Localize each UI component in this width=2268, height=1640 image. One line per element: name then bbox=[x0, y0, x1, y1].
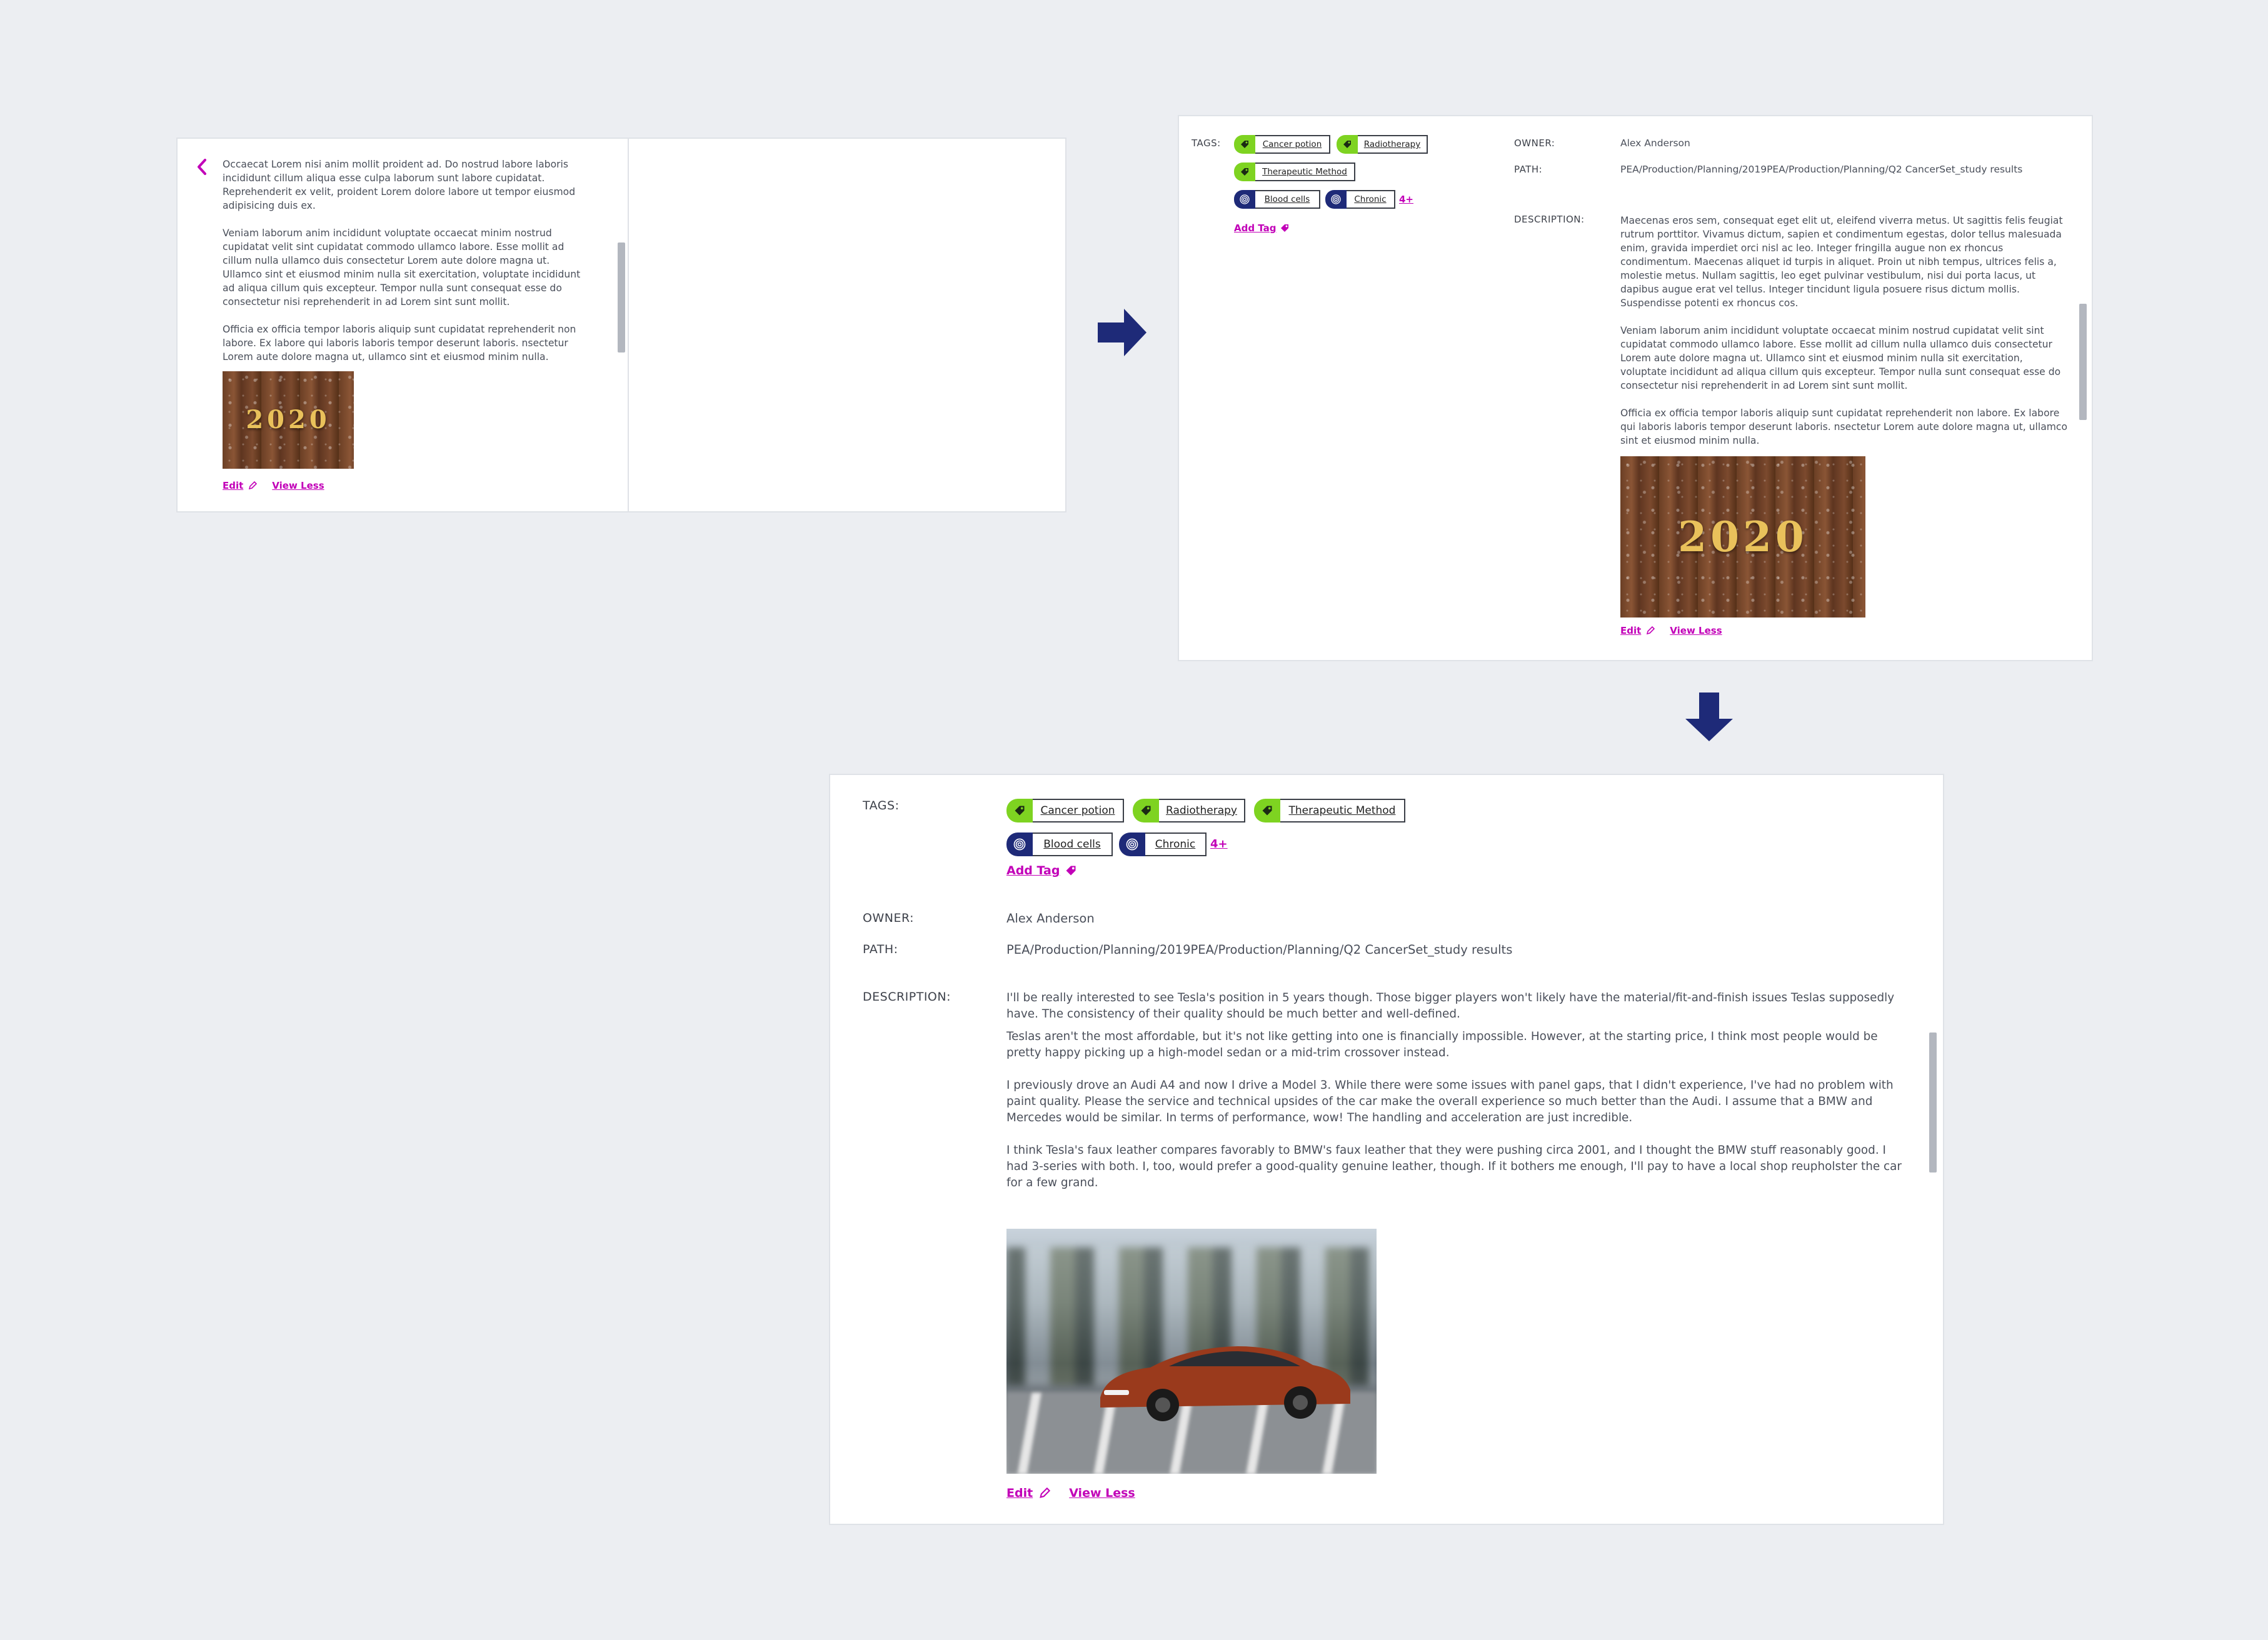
step1-view-less-link[interactable]: View Less bbox=[272, 480, 324, 491]
step3-paragraph-4: I think Tesla's faux leather compares fa… bbox=[1006, 1144, 1902, 1189]
step3-tag-name: Therapeutic Method bbox=[1280, 799, 1405, 822]
step3-path-label: PATH: bbox=[863, 942, 898, 956]
step3-path-value: PEA/Production/Planning/2019PEA/Producti… bbox=[1006, 942, 1513, 957]
step3-owner-label: OWNER: bbox=[863, 911, 914, 925]
tag-label-icon bbox=[1133, 799, 1159, 822]
step1-image-2020: 2020 bbox=[223, 371, 354, 469]
step2-description-label: DESCRIPTION: bbox=[1514, 214, 1585, 225]
step2-actions: Edit View Less bbox=[1620, 625, 1722, 636]
step2-more-tags-link[interactable]: 4+ bbox=[1399, 194, 1413, 205]
step2-tag-name: Therapeutic Method bbox=[1255, 162, 1355, 181]
step1-actions: Edit View Less bbox=[223, 480, 324, 491]
step2-path-value: PEA/Production/Planning/2019PEA/Producti… bbox=[1620, 164, 2023, 175]
step3-view-less-link[interactable]: View Less bbox=[1069, 1486, 1135, 1500]
step3-owner-value: Alex Anderson bbox=[1006, 911, 1095, 926]
step3-tag-blood-cells[interactable]: Blood cells bbox=[1006, 832, 1113, 856]
step3-tag-radiotherapy[interactable]: Radiotherapy bbox=[1133, 799, 1245, 822]
arrow-right-icon bbox=[1098, 309, 1147, 356]
fingerprint-icon bbox=[1234, 190, 1255, 209]
step2-tag-blood-cells[interactable]: Blood cells bbox=[1234, 190, 1320, 209]
step1-paragraph-1: Occaecat Lorem nisi anim mollit proident… bbox=[223, 159, 576, 211]
step1-description: Occaecat Lorem nisi anim mollit proident… bbox=[223, 158, 591, 364]
step2-panel: TAGS: Cancer potion Radiotherapy Therape… bbox=[1178, 115, 2093, 661]
step2-view-less-link[interactable]: View Less bbox=[1670, 625, 1722, 636]
tag-label-icon bbox=[1234, 162, 1255, 181]
step2-tag-radiotherapy[interactable]: Radiotherapy bbox=[1337, 135, 1428, 154]
step2-description: Maecenas eros sem, consequat eget elit u… bbox=[1620, 214, 2068, 448]
tag-label-icon bbox=[1234, 135, 1255, 154]
tag-label-icon bbox=[1006, 799, 1033, 822]
step2-image-text: 2020 bbox=[1678, 512, 1808, 561]
step1-edit-link[interactable]: Edit bbox=[223, 480, 243, 491]
fingerprint-icon bbox=[1325, 190, 1347, 209]
step1-paragraph-2: Veniam laborum anim incididunt voluptate… bbox=[223, 228, 581, 308]
tag-label-icon bbox=[1337, 135, 1358, 154]
step2-paragraph-2: Veniam laborum anim incididunt voluptate… bbox=[1620, 325, 2061, 391]
step1-panel: Occaecat Lorem nisi anim mollit proident… bbox=[176, 138, 1066, 512]
step3-car-image bbox=[1006, 1229, 1377, 1474]
step3-tags-label: TAGS: bbox=[863, 799, 900, 812]
step3-actions: Edit View Less bbox=[1006, 1486, 1135, 1500]
add-tag-icon bbox=[1065, 864, 1077, 877]
step2-tag-name: Blood cells bbox=[1255, 190, 1320, 209]
step3-description: I'll be really interested to see Tesla's… bbox=[1006, 990, 1910, 1191]
step2-paragraph-3: Officia ex officia tempor laboris aliqui… bbox=[1620, 408, 2068, 446]
step3-pencil-icon[interactable] bbox=[1039, 1488, 1051, 1499]
step3-scrollbar[interactable] bbox=[1929, 775, 1937, 1524]
step3-scroll-thumb[interactable] bbox=[1929, 1032, 1937, 1172]
back-chevron-icon[interactable] bbox=[195, 158, 210, 176]
step2-tag-chronic[interactable]: Chronic bbox=[1325, 190, 1395, 209]
step2-tag-name: Radiotherapy bbox=[1358, 135, 1428, 154]
step3-tag-chronic[interactable]: Chronic bbox=[1119, 832, 1207, 856]
step2-scroll-thumb[interactable] bbox=[2079, 304, 2087, 420]
fingerprint-icon bbox=[1006, 832, 1033, 856]
fingerprint-icon bbox=[1119, 832, 1145, 856]
step1-divider bbox=[628, 139, 629, 511]
step3-add-tag-link[interactable]: Add Tag bbox=[1006, 864, 1060, 878]
step2-path-label: PATH: bbox=[1514, 164, 1543, 175]
step3-tag-name: Blood cells bbox=[1033, 832, 1113, 856]
step2-tag-therapeutic-method[interactable]: Therapeutic Method bbox=[1234, 162, 1355, 181]
arrow-down-icon bbox=[1685, 692, 1733, 741]
step2-tag-cancer-potion[interactable]: Cancer potion bbox=[1234, 135, 1330, 154]
step2-pencil-icon[interactable] bbox=[1646, 626, 1655, 635]
step1-scrollbar[interactable] bbox=[618, 139, 625, 511]
step1-scroll-thumb[interactable] bbox=[618, 242, 625, 352]
step1-paragraph-3: Officia ex officia tempor laboris aliqui… bbox=[223, 324, 576, 362]
step3-panel: TAGS: Cancer potion Radiotherapy Therape… bbox=[829, 774, 1944, 1525]
step3-paragraph-2: Teslas aren't the most affordable, but i… bbox=[1006, 1030, 1878, 1059]
tag-label-icon bbox=[1254, 799, 1280, 822]
step3-more-tags-link[interactable]: 4+ bbox=[1210, 838, 1228, 851]
step3-description-label: DESCRIPTION: bbox=[863, 990, 951, 1004]
step2-add-tag-link[interactable]: Add Tag bbox=[1234, 222, 1276, 234]
step2-add-tag[interactable]: Add Tag bbox=[1234, 222, 1290, 234]
step3-paragraph-3: I previously drove an Audi A4 and now I … bbox=[1006, 1079, 1894, 1124]
step2-tag-name: Chronic bbox=[1347, 190, 1395, 209]
step1-image-text: 2020 bbox=[246, 405, 331, 434]
step3-tag-name: Chronic bbox=[1145, 832, 1207, 856]
step2-owner-label: OWNER: bbox=[1514, 138, 1555, 149]
car-illustration bbox=[1100, 1346, 1350, 1421]
step3-paragraph-1: I'll be really interested to see Tesla's… bbox=[1006, 991, 1895, 1021]
add-tag-icon bbox=[1280, 223, 1290, 233]
step2-tags-label: TAGS: bbox=[1192, 138, 1221, 149]
step2-edit-link[interactable]: Edit bbox=[1620, 625, 1641, 636]
step3-tag-name: Radiotherapy bbox=[1159, 799, 1245, 822]
step2-scrollbar[interactable] bbox=[2079, 116, 2087, 660]
step3-add-tag[interactable]: Add Tag bbox=[1006, 864, 1077, 878]
step3-edit-link[interactable]: Edit bbox=[1006, 1486, 1033, 1500]
step2-owner-value: Alex Anderson bbox=[1620, 138, 1690, 149]
step2-paragraph-1: Maecenas eros sem, consequat eget elit u… bbox=[1620, 215, 2063, 309]
step2-tag-name: Cancer potion bbox=[1255, 135, 1330, 154]
step1-pencil-icon[interactable] bbox=[248, 481, 258, 490]
step3-tag-cancer-potion[interactable]: Cancer potion bbox=[1006, 799, 1124, 822]
step2-image-2020: 2020 bbox=[1620, 456, 1865, 618]
step3-tag-name: Cancer potion bbox=[1033, 799, 1124, 822]
step3-tag-therapeutic-method[interactable]: Therapeutic Method bbox=[1254, 799, 1405, 822]
